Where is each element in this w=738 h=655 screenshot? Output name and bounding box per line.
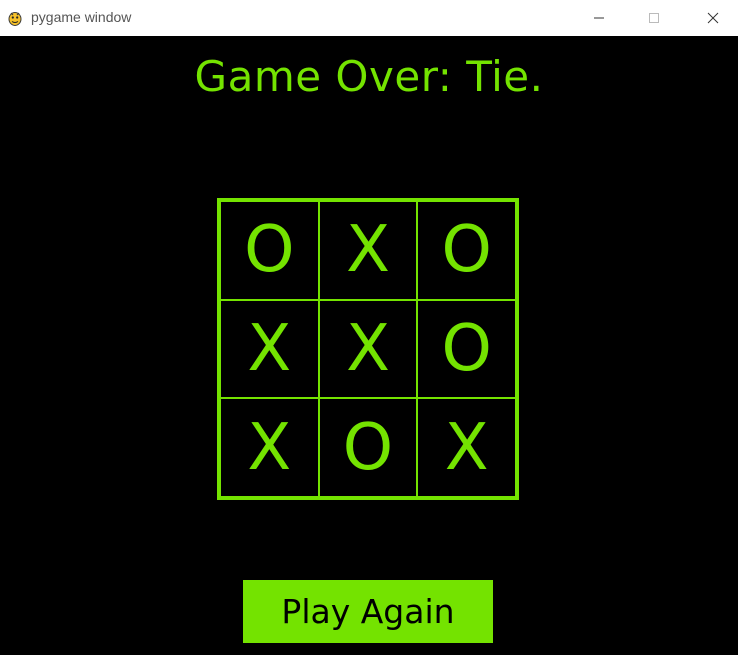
game-canvas: Game Over: Tie. O X O X X O X O X Play A… (0, 36, 738, 655)
board-cell-r3c1[interactable]: X (220, 398, 319, 497)
window-titlebar[interactable]: pygame window (0, 0, 738, 36)
minimize-button[interactable] (576, 0, 622, 36)
board-cell-r1c2[interactable]: X (318, 201, 418, 300)
board-cell-r1c3[interactable]: O (417, 201, 516, 300)
maximize-button[interactable] (631, 0, 677, 36)
board-cell-r2c3[interactable]: O (417, 299, 516, 399)
window-title: pygame window (31, 9, 132, 25)
pygame-snake-icon (8, 12, 22, 26)
game-status: Game Over: Tie. (194, 52, 544, 101)
board-cell-r2c1[interactable]: X (220, 299, 319, 399)
minimize-icon (594, 17, 604, 19)
board-cell-r1c1[interactable]: O (220, 201, 319, 300)
play-again-button[interactable]: Play Again (243, 580, 493, 643)
board-cell-r2c2[interactable]: X (318, 299, 418, 399)
board-cell-r3c2[interactable]: O (318, 398, 418, 497)
close-icon (707, 12, 719, 24)
close-button[interactable] (690, 0, 736, 36)
maximize-icon (649, 13, 659, 23)
board-cell-r3c3[interactable]: X (417, 398, 516, 497)
tic-tac-toe-board: O X O X X O X O X (217, 198, 519, 500)
